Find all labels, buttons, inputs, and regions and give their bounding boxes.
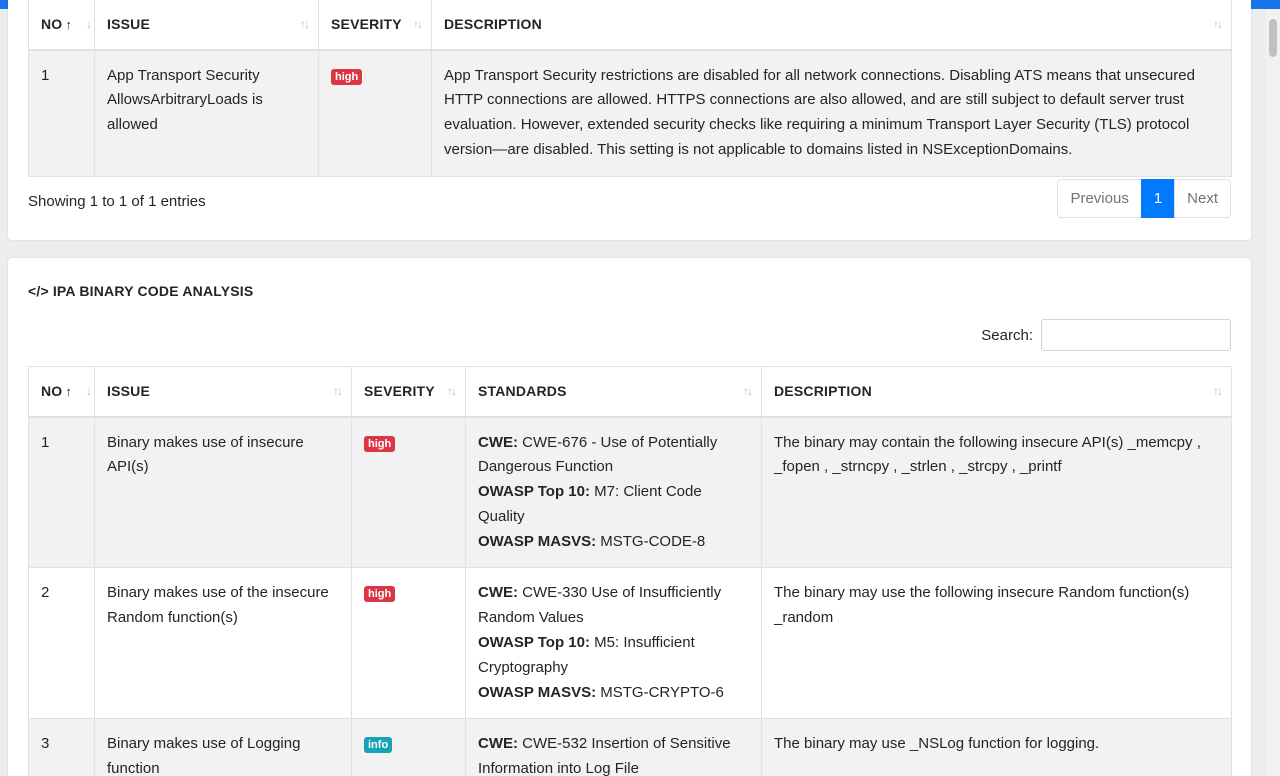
table-row: 3 Binary makes use of Logging function i… [28,718,1232,776]
search-label: Search: [981,326,1033,344]
pagination: Previous 1 Next [1057,179,1231,218]
cell-description: The binary may use _NSLog function for l… [761,718,1232,776]
severity-badge: high [331,68,363,85]
next-button[interactable]: Next [1174,179,1231,218]
column-header-description[interactable]: DESCRIPTION ↑↓ [431,0,1232,51]
sort-icon: ↑↓ [1213,17,1223,32]
column-header-description[interactable]: DESCRIPTION ↑↓ [761,366,1232,418]
sort-icon: ↑↓ [413,17,423,32]
cell-standards: CWE: CWE-330 Use of Insufficiently Rando… [465,567,762,720]
sort-icon: ↑↓ [1213,384,1223,399]
cell-description: The binary may use the following insecur… [761,567,1232,720]
table-info: Showing 1 to 1 of 1 entries [28,193,206,210]
table-header-row: NO ↑ ↓ ISSUE ↑↓ SEVERITY ↑↓ DESCRIPTION ↑↓ [28,0,1232,51]
cwe-label: CWE: [478,433,518,451]
binary-analysis-card: </> IPA BINARY CODE ANALYSIS Search: NO ↑… [8,258,1251,776]
sort-asc-icon: ↑ [65,384,73,400]
column-header-no[interactable]: NO ↑ ↓ [28,366,95,418]
column-header-severity[interactable]: SEVERITY ↑↓ [351,366,466,418]
table-row: 1 Binary makes use of insecure API(s) hi… [28,415,1232,569]
section-title: </> IPA BINARY CODE ANALYSIS [28,283,254,299]
binary-analysis-table: NO ↑ ↓ ISSUE ↑↓ SEVERITY ↑↓ STANDARDS ↑↓ DESC… [28,366,1232,776]
cwe-label: CWE: [478,584,518,602]
sort-icon: ↑↓ [300,17,310,32]
masvs-label: OWASP MASVS: [478,532,597,550]
code-icon: </> [28,283,49,299]
owasp-label: OWASP Top 10: [478,634,590,652]
masvs-value: MSTG-CODE-8 [600,532,706,550]
cell-standards: CWE: CWE-532 Insertion of Sensitive Info… [465,718,762,776]
cell-description: App Transport Security restrictions are … [431,49,1232,177]
cell-issue: Binary makes use of insecure API(s) [94,415,352,569]
sort-desc-icon: ↓ [86,384,92,399]
table-row: 2 Binary makes use of the insecure Rando… [28,567,1232,720]
previous-button[interactable]: Previous [1057,179,1142,218]
cell-no: 3 [28,718,95,776]
table-header-row: NO ↑ ↓ ISSUE ↑↓ SEVERITY ↑↓ STANDARDS ↑↓ DESC… [28,366,1232,418]
cell-issue: Binary makes use of Logging function [94,718,352,776]
search-box: Search: [981,319,1231,351]
column-header-no[interactable]: NO ↑ ↓ [28,0,95,51]
severity-badge: info [364,737,393,754]
owasp-label: OWASP Top 10: [478,483,590,501]
column-header-issue[interactable]: ISSUE ↑↓ [94,366,352,418]
manifest-analysis-card: NO ↑ ↓ ISSUE ↑↓ SEVERITY ↑↓ DESCRIPTION ↑↓ 1 … [8,0,1251,240]
severity-badge: high [364,586,396,603]
cell-severity: info [351,718,466,776]
cell-description: The binary may contain the following ins… [761,415,1232,569]
cell-issue: App Transport Security AllowsArbitraryLo… [94,49,319,177]
masvs-label: OWASP MASVS: [478,683,597,701]
sort-icon: ↑↓ [333,384,343,399]
cell-severity: high [351,567,466,720]
column-header-issue[interactable]: ISSUE ↑↓ [94,0,319,51]
cwe-label: CWE: [478,735,518,753]
cell-severity: high [318,49,432,177]
page-1-button[interactable]: 1 [1140,179,1176,218]
vertical-scrollbar[interactable] [1266,9,1280,776]
column-header-standards[interactable]: STANDARDS ↑↓ [465,366,762,418]
scrollbar-thumb[interactable] [1269,19,1277,57]
cell-no: 2 [28,567,95,720]
cell-standards: CWE: CWE-676 - Use of Potentially Danger… [465,415,762,569]
search-input[interactable] [1041,319,1231,351]
sort-asc-icon: ↑ [65,17,73,33]
table-row: 1 App Transport Security AllowsArbitrary… [28,49,1232,177]
cell-issue: Binary makes use of the insecure Random … [94,567,352,720]
sort-desc-icon: ↓ [86,17,92,32]
sort-icon: ↑↓ [743,384,753,399]
severity-badge: high [364,435,396,452]
manifest-table: NO ↑ ↓ ISSUE ↑↓ SEVERITY ↑↓ DESCRIPTION ↑↓ 1 … [28,0,1232,177]
masvs-value: MSTG-CRYPTO-6 [600,683,724,701]
cell-severity: high [351,415,466,569]
column-header-severity[interactable]: SEVERITY ↑↓ [318,0,432,51]
cell-no: 1 [28,415,95,569]
sort-icon: ↑↓ [447,384,457,399]
cell-no: 1 [28,49,95,177]
